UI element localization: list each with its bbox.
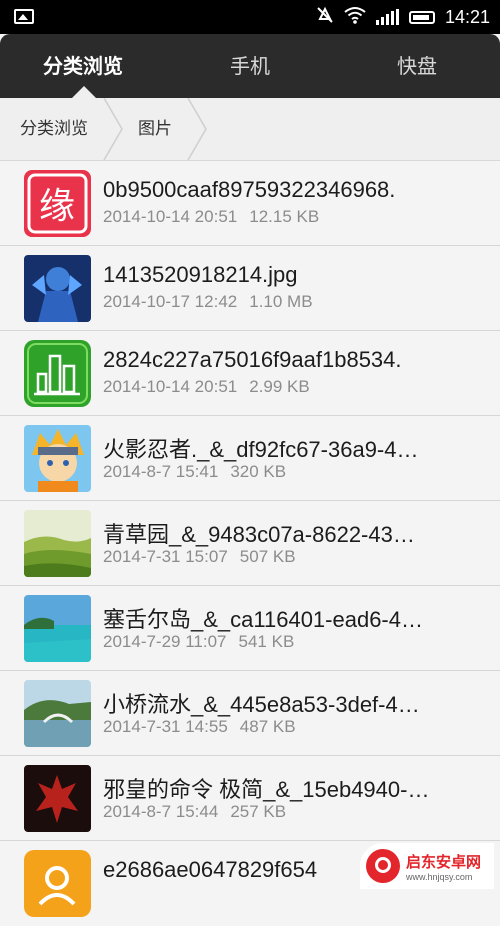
file-meta: 2014-7-31 14:55 487 KB xyxy=(103,717,308,737)
horde-emblem-image xyxy=(24,765,91,832)
file-row[interactable]: 小桥流水_&_445e8a53-3def-4… 2014-7-31 14:55 4… xyxy=(0,671,500,756)
breadcrumb-separator-icon xyxy=(187,98,207,160)
file-meta: 2014-10-14 20:51 12.15 KB xyxy=(103,207,331,227)
file-date: 2014-7-31 14:55 xyxy=(103,717,228,736)
file-row[interactable]: 缘 0b9500caaf89759322346968. 2014-10-14 2… xyxy=(0,161,500,246)
status-time: 14:21 xyxy=(444,6,490,27)
bridge-river-image xyxy=(24,680,91,747)
file-meta: 2014-8-7 15:41 320 KB xyxy=(103,462,298,482)
svg-text:缘: 缘 xyxy=(39,186,75,227)
red-app-icon: 缘 xyxy=(24,170,91,237)
file-name: 小桥流水_&_445e8a53-3def-4… xyxy=(103,692,420,717)
status-bar: 14:21 xyxy=(0,0,500,34)
file-size: 320 KB xyxy=(230,462,287,481)
breadcrumb-category-browse[interactable]: 分类浏览 xyxy=(20,98,88,160)
file-date: 2014-8-7 15:41 xyxy=(103,462,219,481)
file-row[interactable]: 邪皇的命令 极简_&_15eb4940-… 2014-8-7 15:44 257 … xyxy=(0,756,500,841)
orange-app-icon xyxy=(24,850,91,917)
breadcrumb-pictures[interactable]: 图片 xyxy=(138,98,172,160)
file-size: 2.99 KB xyxy=(249,377,310,396)
file-name: 青草园_&_9483c07a-8622-43… xyxy=(103,522,415,547)
file-meta: 2014-10-14 20:51 2.99 KB xyxy=(103,377,322,397)
file-size: 541 KB xyxy=(238,632,295,651)
file-size: 507 KB xyxy=(239,547,296,566)
breadcrumb-separator-icon xyxy=(103,98,123,160)
file-date: 2014-8-7 15:44 xyxy=(103,802,219,821)
file-name: 邪皇的命令 极简_&_15eb4940-… xyxy=(103,777,430,802)
file-meta: 2014-10-17 12:42 1.10 MB xyxy=(103,292,325,312)
wifi-icon xyxy=(344,6,366,28)
blue-warrior-image xyxy=(24,255,91,322)
file-meta: 2014-7-29 11:07 541 KB xyxy=(103,632,306,652)
file-meta: 2014-8-7 15:44 257 KB xyxy=(103,802,298,822)
grass-hills-image xyxy=(24,510,91,577)
naruto-image xyxy=(24,425,91,492)
file-date: 2014-10-17 12:42 xyxy=(103,292,238,311)
file-date: 2014-7-29 11:07 xyxy=(103,632,227,651)
file-size: 257 KB xyxy=(230,802,287,821)
file-row[interactable]: 2824c227a75016f9aaf1b8534. 2014-10-14 20… xyxy=(0,331,500,416)
site-watermark: 启东安卓网 www.hnjqsy.com xyxy=(360,843,494,889)
file-date: 2014-10-14 20:51 xyxy=(103,377,238,396)
image-notification-icon xyxy=(14,9,34,24)
watermark-url: www.hnjqsy.com xyxy=(406,871,473,882)
file-row[interactable]: 火影忍者._&_df92fc67-36a9-4… 2014-8-7 15:41 3… xyxy=(0,416,500,501)
tab-phone[interactable]: 手机 xyxy=(167,34,333,98)
file-name: 火影忍者._&_df92fc67-36a9-4… xyxy=(103,437,419,462)
file-row[interactable]: 1413520918214.jpg 2014-10-17 12:42 1.10 M… xyxy=(0,246,500,331)
file-size: 1.10 MB xyxy=(249,292,313,311)
breadcrumb: 分类浏览 图片 xyxy=(0,98,500,161)
file-meta: 2014-7-31 15:07 507 KB xyxy=(103,547,308,567)
file-name: 2824c227a75016f9aaf1b8534. xyxy=(103,347,402,372)
file-size: 487 KB xyxy=(239,717,296,736)
file-name: 1413520918214.jpg xyxy=(103,262,298,287)
file-name: 塞舌尔岛_&_ca116401-ead6-4… xyxy=(103,607,423,632)
file-name: 0b9500caaf89759322346968. xyxy=(103,177,396,202)
watermark-logo-icon xyxy=(366,849,400,883)
file-date: 2014-10-14 20:51 xyxy=(103,207,238,226)
file-row[interactable]: 塞舌尔岛_&_ca116401-ead6-4… 2014-7-29 11:07 5… xyxy=(0,586,500,671)
battery-icon xyxy=(408,10,435,24)
mute-icon xyxy=(316,6,334,28)
watermark-title: 启东安卓网 xyxy=(406,852,482,871)
file-size: 12.15 KB xyxy=(249,207,320,226)
seychelles-beach-image xyxy=(24,595,91,662)
green-city-icon xyxy=(24,340,91,407)
signal-icon xyxy=(375,9,399,25)
active-tab-indicator xyxy=(72,86,96,98)
file-date: 2014-7-31 15:07 xyxy=(103,547,228,566)
tab-kuaipan[interactable]: 快盘 xyxy=(334,34,500,98)
file-row[interactable]: 青草园_&_9483c07a-8622-43… 2014-7-31 15:07 5… xyxy=(0,501,500,586)
